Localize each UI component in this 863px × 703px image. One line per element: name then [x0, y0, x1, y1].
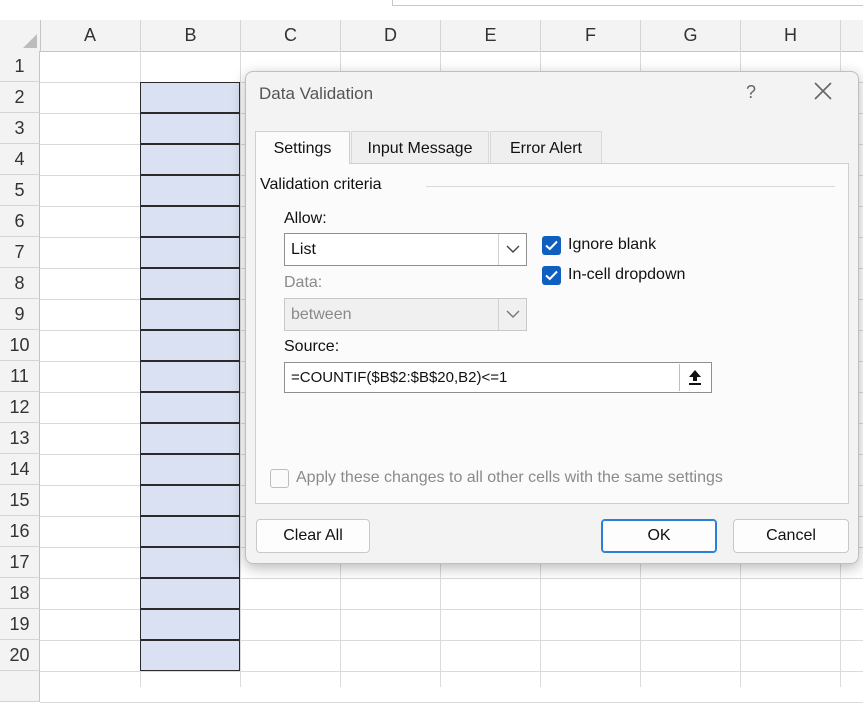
row-header-10[interactable]: 10 [0, 330, 40, 361]
column-header-c[interactable]: C [241, 20, 341, 51]
row-header-14[interactable]: 14 [0, 454, 40, 485]
row-header-13[interactable]: 13 [0, 423, 40, 454]
cell-b6[interactable] [140, 206, 240, 237]
cell-b16[interactable] [140, 516, 240, 547]
tab-input-message[interactable]: Input Message [351, 131, 489, 164]
cell-b7[interactable] [140, 237, 240, 268]
allow-dropdown-button[interactable] [498, 234, 526, 265]
cell-b15[interactable] [140, 485, 240, 516]
row-header-8[interactable]: 8 [0, 268, 40, 299]
close-button[interactable] [812, 80, 834, 102]
cell-b14[interactable] [140, 454, 240, 485]
row-header-5[interactable]: 5 [0, 175, 40, 206]
select-all-corner[interactable] [0, 20, 41, 51]
row-header-19[interactable]: 19 [0, 609, 40, 640]
row-header-1[interactable]: 1 [0, 51, 40, 82]
row-header-3[interactable]: 3 [0, 113, 40, 144]
formula-bar-edge [392, 0, 863, 6]
data-dropdown-button [498, 299, 526, 330]
row-header-6[interactable]: 6 [0, 206, 40, 237]
cell-b9[interactable] [140, 299, 240, 330]
in-cell-dropdown-label[interactable]: In-cell dropdown [568, 266, 685, 284]
column-header-a[interactable]: A [40, 20, 141, 51]
data-value: between [291, 306, 352, 323]
range-select-icon [689, 370, 701, 385]
tab-error-alert[interactable]: Error Alert [490, 131, 602, 164]
apply-all-checkbox[interactable] [270, 469, 289, 488]
validation-criteria-heading: Validation criteria [260, 176, 382, 193]
row-header-17[interactable]: 17 [0, 547, 40, 578]
column-header-d[interactable]: D [341, 20, 441, 51]
in-cell-dropdown-checkbox[interactable] [542, 266, 561, 285]
group-divider [426, 186, 835, 187]
row-header-2[interactable]: 2 [0, 82, 40, 113]
cell-b4[interactable] [140, 144, 240, 175]
row-header-7[interactable]: 7 [0, 237, 40, 268]
checkmark-icon [545, 240, 558, 251]
settings-panel [255, 163, 849, 504]
row-header-9[interactable]: 9 [0, 299, 40, 330]
cell-b3[interactable] [140, 113, 240, 144]
row-header-20[interactable]: 20 [0, 640, 40, 671]
column-header-f[interactable]: F [541, 20, 641, 51]
ignore-blank-label[interactable]: Ignore blank [568, 236, 656, 254]
allow-select[interactable]: List [284, 233, 527, 266]
ok-button[interactable]: OK [601, 519, 717, 553]
cell-b13[interactable] [140, 423, 240, 454]
select-all-icon [23, 34, 37, 48]
data-label: Data: [284, 274, 323, 291]
checkmark-icon [545, 270, 558, 281]
cancel-button[interactable]: Cancel [733, 519, 849, 553]
data-select: between [284, 298, 527, 331]
gridline-vertical [240, 51, 241, 687]
column-header-g[interactable]: G [641, 20, 741, 51]
cell-b11[interactable] [140, 361, 240, 392]
row-header-15[interactable]: 15 [0, 485, 40, 516]
allow-label: Allow: [284, 210, 327, 227]
source-value: =COUNTIF($B$2:$B$20,B2)<=1 [291, 369, 508, 386]
row-header-16[interactable]: 16 [0, 516, 40, 547]
cell-b10[interactable] [140, 330, 240, 361]
column-header-h[interactable]: H [741, 20, 841, 51]
dialog-title: Data Validation [259, 84, 374, 103]
source-input[interactable]: =COUNTIF($B$2:$B$20,B2)<=1 [284, 362, 712, 393]
source-label: Source: [284, 338, 340, 355]
gridline-horizontal [40, 671, 863, 672]
cell-b5[interactable] [140, 175, 240, 206]
ignore-blank-checkbox[interactable] [542, 236, 561, 255]
column-header-b[interactable]: B [141, 20, 241, 51]
tab-settings[interactable]: Settings [255, 131, 350, 164]
row-header-4[interactable]: 4 [0, 144, 40, 175]
apply-all-label[interactable]: Apply these changes to all other cells w… [296, 469, 723, 487]
chevron-down-icon [506, 245, 520, 253]
cell-b8[interactable] [140, 268, 240, 299]
cell-b2[interactable] [140, 82, 240, 113]
cell-b20[interactable] [140, 640, 240, 671]
row-header-11[interactable]: 11 [0, 361, 40, 392]
clear-all-button[interactable]: Clear All [256, 519, 370, 553]
help-button[interactable]: ? [746, 82, 756, 103]
allow-value: List [291, 241, 316, 258]
cell-b17[interactable] [140, 547, 240, 578]
row-header-18[interactable]: 18 [0, 578, 40, 609]
data-validation-dialog: Data Validation ? Settings Input Message… [245, 71, 859, 564]
column-header-e[interactable]: E [441, 20, 541, 51]
cell-b19[interactable] [140, 609, 240, 640]
cell-b18[interactable] [140, 578, 240, 609]
close-icon [814, 82, 832, 100]
collapse-range-button[interactable] [679, 364, 710, 391]
chevron-down-icon [506, 310, 520, 318]
row-header-12[interactable]: 12 [0, 392, 40, 423]
cell-b12[interactable] [140, 392, 240, 423]
